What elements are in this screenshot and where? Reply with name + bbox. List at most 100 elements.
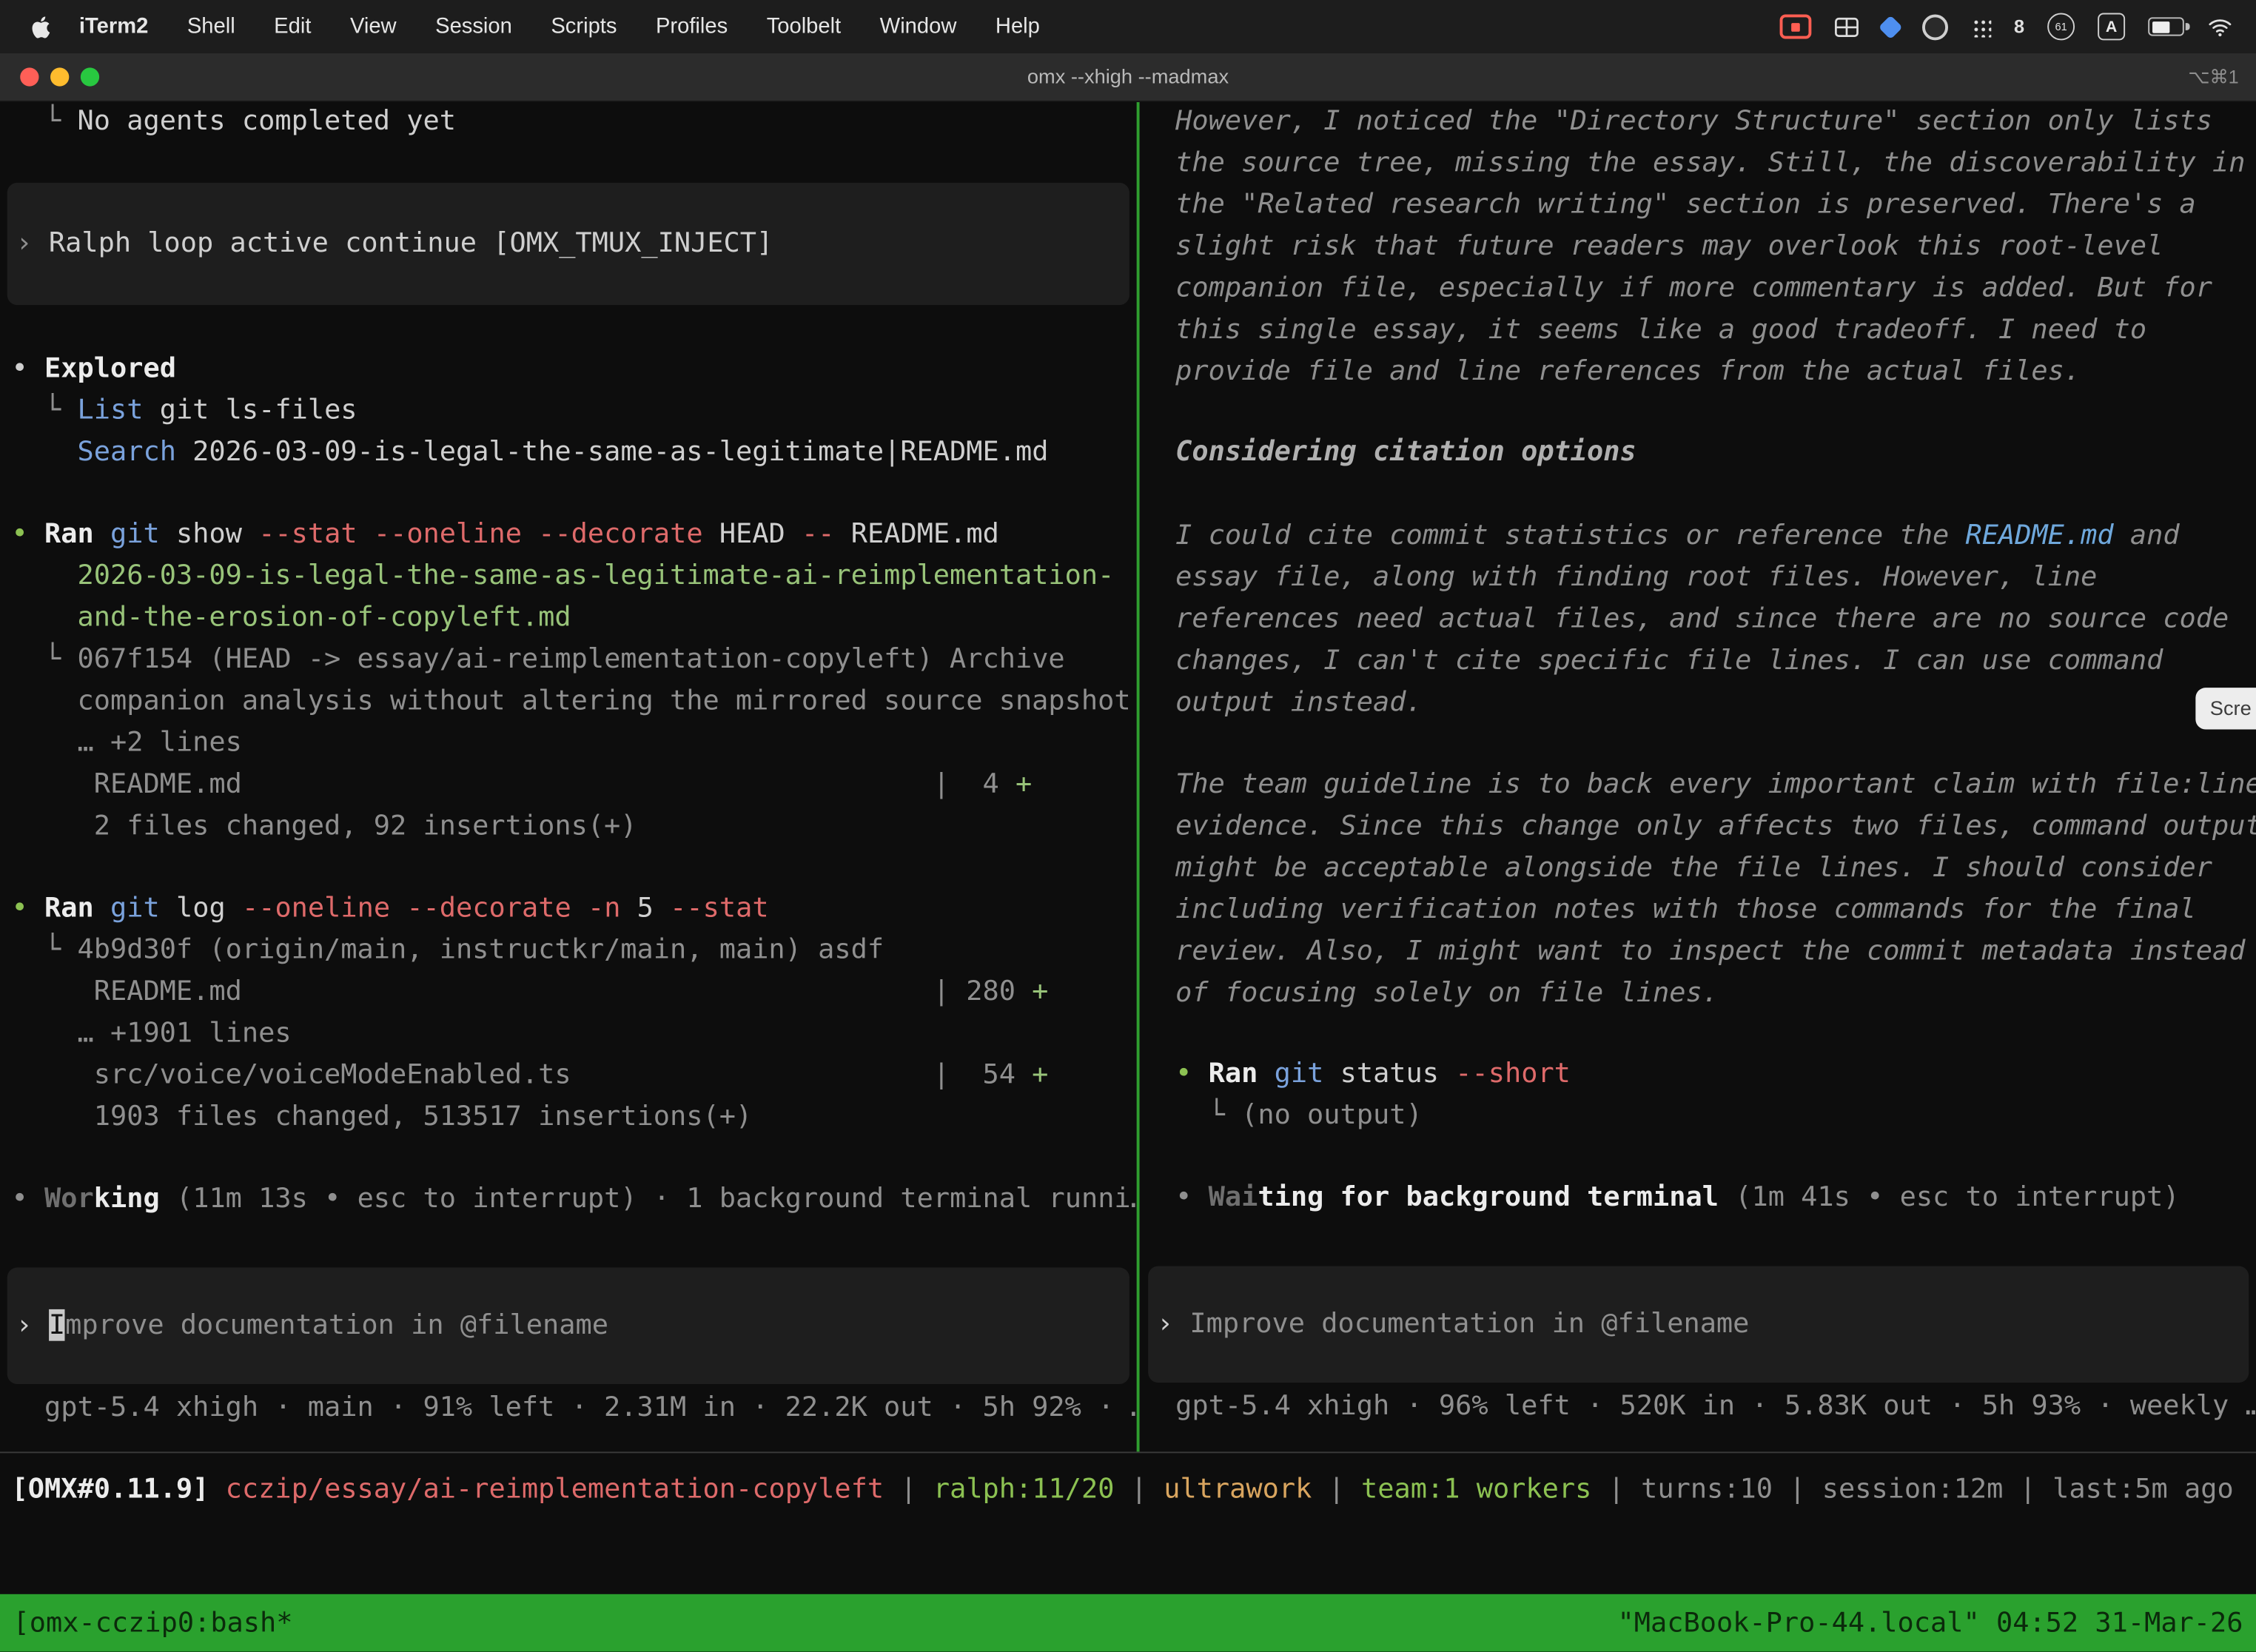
spacer: [1141, 724, 2256, 764]
command-input-right[interactable]: › Improve documentation in @filename: [1148, 1266, 2249, 1383]
terminal-line: • Ran git status --short: [1141, 1053, 2256, 1095]
spacer: [0, 1138, 1137, 1178]
disc-icon[interactable]: [1922, 13, 1948, 39]
menu-item-view[interactable]: View: [350, 14, 397, 38]
tmux-host-clock: "MacBook-Pro-44.local" 04:52 31-Mar-26: [1618, 1594, 2243, 1652]
terminal-line: including verification notes with those …: [1141, 889, 2256, 930]
spacer: [1141, 1014, 2256, 1052]
ralph-loop-banner: › Ralph loop active continue [OMX_TMUX_I…: [7, 183, 1129, 305]
tmux-session-name: [omx-cczip0:bash*: [13, 1594, 292, 1652]
terminal-line: 2026-03-09-is-legal-the-same-as-legitima…: [0, 555, 1137, 597]
omx-status-bar: [OMX#0.11.9] cczip/essay/ai-reimplementa…: [12, 1469, 2234, 1511]
terminal-line: review. Also, I might want to inspect th…: [1141, 931, 2256, 973]
spacer: [1141, 393, 2256, 432]
session-status-left: gpt-5.4 xhigh · main · 91% left · 2.31M …: [0, 1387, 1137, 1428]
terminal-line: … +2 lines: [0, 722, 1137, 764]
pane-divider[interactable]: [1137, 101, 1140, 1451]
menu-item-toolbelt[interactable]: Toolbelt: [767, 14, 842, 38]
spacer: [0, 142, 1137, 182]
terminal-line: essay file, along with finding root file…: [1141, 557, 2256, 598]
session-status-right: gpt-5.4 xhigh · 96% left · 520K in · 5.8…: [1141, 1386, 2256, 1427]
terminal-line: output instead.: [1141, 682, 2256, 723]
stats-icon[interactable]: 8: [2014, 16, 2024, 37]
terminal-line: └ (no output): [1141, 1095, 2256, 1136]
menu-items: iTerm2 Shell Edit View Session Scripts Profile…: [52, 14, 1040, 38]
spacer: [0, 847, 1137, 887]
menu-item-profiles[interactable]: Profiles: [656, 14, 728, 38]
menu-bar: iTerm2 Shell Edit View Session Scripts Profile…: [0, 0, 2256, 53]
close-button[interactable]: [20, 67, 38, 86]
terminal-line: companion file, especially if more comme…: [1141, 268, 2256, 309]
terminal-line: this single essay, it seems like a good …: [1141, 309, 2256, 351]
terminal-line: references need actual files, and since …: [1141, 599, 2256, 640]
terminal-line: The team guideline is to back every impo…: [1141, 764, 2256, 805]
spacer: [1141, 474, 2256, 515]
spacer: [0, 1220, 1137, 1267]
menu-item-scripts[interactable]: Scripts: [551, 14, 617, 38]
terminal-line: 1903 files changed, 513517 insertions(+): [0, 1096, 1137, 1138]
terminal-line: src/voice/voiceModeEnabled.ts | 54 +: [0, 1055, 1137, 1096]
screenshot-viewport: iTerm2 Shell Edit View Session Scripts Profile…: [0, 0, 2256, 1652]
screen-share-button[interactable]: Scre: [2195, 688, 2256, 729]
wifi-icon[interactable]: [2207, 16, 2233, 36]
terminal-line: slight risk that future readers may over…: [1141, 226, 2256, 267]
menu-item-iterm2[interactable]: iTerm2: [79, 14, 148, 38]
menu-item-help[interactable]: Help: [996, 14, 1040, 38]
app-grid-icon[interactable]: [1971, 16, 1991, 36]
menu-status-icons: 8 61 A: [1779, 13, 2233, 40]
spacer: [1141, 1137, 2256, 1177]
spacer: [0, 474, 1137, 514]
grid-icon[interactable]: [1834, 16, 1859, 36]
battery-gauge-value: 61: [2055, 20, 2067, 33]
minimize-button[interactable]: [50, 67, 69, 86]
screen: iTerm2 Shell Edit View Session Scripts Profile…: [0, 0, 2256, 1652]
terminal-line: the source tree, missing the essay. Stil…: [1141, 142, 2256, 184]
terminal-line: of focusing solely on file lines.: [1141, 973, 2256, 1014]
spacer: [1141, 1218, 2256, 1266]
terminal-line: and-the-erosion-of-copyleft.md: [0, 597, 1137, 639]
battery-fill: [2152, 21, 2169, 33]
agent-pane-left: └ No agents completed yet › Ralph loop ac…: [0, 101, 1137, 1451]
terminal-line: I could cite commit statistics or refere…: [1141, 515, 2256, 557]
terminal-line: … +1901 lines: [0, 1013, 1137, 1054]
terminal-line: companion analysis without altering the …: [0, 680, 1137, 722]
battery-icon[interactable]: [2148, 17, 2184, 36]
window-title: omx --xhigh --madmax: [0, 53, 2256, 101]
agent-pane-right: However, I noticed the "Directory Struct…: [1141, 101, 2256, 1451]
terminal-line: changes, I can't cite specific file line…: [1141, 640, 2256, 682]
raycast-icon[interactable]: [1878, 14, 1902, 38]
spacer: [0, 305, 1137, 348]
waiting-indicator: • Waiting for background terminal (1m 41…: [1141, 1177, 2256, 1218]
terminal: └ No agents completed yet › Ralph loop ac…: [0, 101, 2256, 1652]
input-source-icon[interactable]: A: [2098, 13, 2125, 40]
battery-nub: [2186, 22, 2189, 30]
zoom-button[interactable]: [81, 67, 99, 86]
thinking-heading: Considering citation options: [1141, 432, 2256, 473]
terminal-line: └ List git ls-files: [0, 390, 1137, 432]
terminal-line: might be acceptable alongside the file l…: [1141, 847, 2256, 889]
apple-menu-icon[interactable]: [30, 13, 52, 39]
screen-recording-icon[interactable]: [1779, 14, 1811, 38]
terminal-line: provide file and line references from th…: [1141, 351, 2256, 392]
terminal-line: └ 4b9d30f (origin/main, instructkr/main,…: [0, 930, 1137, 971]
terminal-line: • Ran git log --oneline --decorate -n 5 …: [0, 887, 1137, 929]
working-indicator: • Working (11m 13s • esc to interrupt) ·…: [0, 1178, 1137, 1220]
status-divider: [0, 1451, 2256, 1453]
terminal-line: 2 files changed, 92 insertions(+): [0, 806, 1137, 847]
terminal-line: • Ran git show --stat --oneline --decora…: [0, 514, 1137, 555]
menu-item-window[interactable]: Window: [880, 14, 957, 38]
terminal-line: └ No agents completed yet: [0, 101, 1137, 142]
traffic-lights: [20, 67, 99, 86]
terminal-line: README.md | 280 +: [0, 971, 1137, 1013]
menu-item-shell[interactable]: Shell: [187, 14, 235, 38]
terminal-line: README.md | 4 +: [0, 764, 1137, 805]
menu-item-session[interactable]: Session: [435, 14, 512, 38]
battery-gauge-icon[interactable]: 61: [2047, 13, 2075, 40]
terminal-line: └ 067f154 (HEAD -> essay/ai-reimplementa…: [0, 639, 1137, 680]
command-input-left[interactable]: › Improve documentation in @filename: [7, 1268, 1129, 1384]
window-title-bar: omx --xhigh --madmax ⌥⌘1: [0, 53, 2256, 102]
menu-item-edit[interactable]: Edit: [274, 14, 311, 38]
terminal-line: the "Related research writing" section i…: [1141, 184, 2256, 226]
window-shortcut-badge: ⌥⌘1: [2188, 53, 2238, 101]
tmux-status-bar: [omx-cczip0:bash* "MacBook-Pro-44.local"…: [0, 1594, 2256, 1652]
